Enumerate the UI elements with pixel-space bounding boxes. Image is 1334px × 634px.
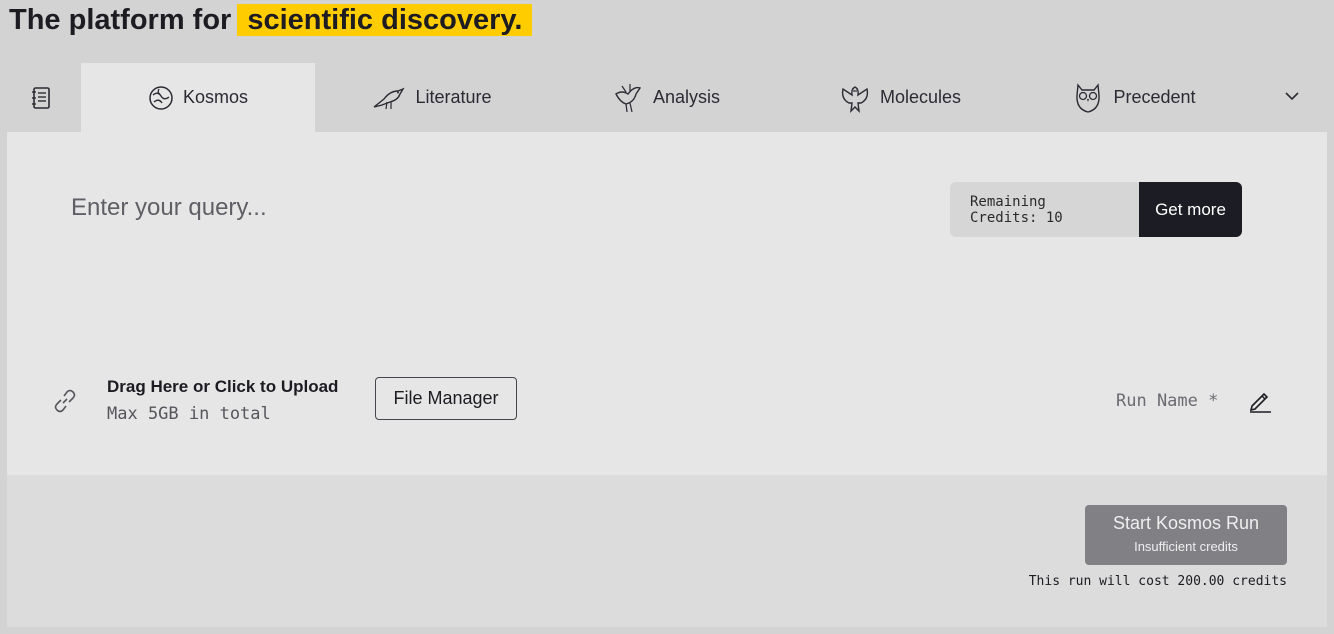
tab-precedent[interactable]: Precedent [1017, 63, 1251, 132]
credits-box: Remaining Credits: 10 Get more [950, 182, 1242, 237]
eagle-icon [839, 81, 871, 115]
query-input[interactable] [71, 194, 671, 222]
get-more-button[interactable]: Get more [1139, 182, 1242, 237]
finch-icon [612, 82, 644, 114]
tab-label: Precedent [1113, 87, 1196, 107]
remaining-credits: Remaining Credits: 10 [950, 182, 1139, 237]
run-footer: Start Kosmos Run Insufficient credits Th… [7, 475, 1327, 627]
run-cost-text: This run will cost 200.00 credits [1028, 574, 1287, 589]
tab-bar: Kosmos Literature Analysis Molecules Pre… [0, 63, 1334, 132]
tab-label: Kosmos [182, 87, 249, 107]
page-headline: The platform for scientific discovery. [9, 2, 533, 38]
chevron-down-icon[interactable] [1284, 89, 1300, 107]
file-manager-button[interactable]: File Manager [375, 377, 517, 420]
brain-icon [148, 85, 174, 111]
start-run-label: Start Kosmos Run [1112, 513, 1260, 533]
tab-label: Molecules [879, 87, 962, 107]
tab-label: Literature [415, 87, 492, 107]
tab-analysis[interactable]: Analysis [549, 63, 783, 132]
owl-icon [1072, 81, 1104, 115]
start-run-button[interactable]: Start Kosmos Run Insufficient credits [1085, 505, 1287, 565]
crow-icon [372, 85, 406, 111]
tab-literature[interactable]: Literature [315, 63, 549, 132]
link-icon[interactable] [51, 387, 79, 420]
headline-prefix: The platform for [9, 4, 232, 36]
run-name-field[interactable]: Run Name * [1116, 391, 1218, 411]
insufficient-credits-note: Insufficient credits [1134, 539, 1238, 554]
headline-highlight: scientific discovery. [237, 4, 533, 36]
pencil-icon[interactable] [1247, 387, 1273, 418]
notebook-icon [30, 86, 52, 110]
upload-title[interactable]: Drag Here or Click to Upload [107, 377, 338, 397]
tab-kosmos[interactable]: Kosmos [81, 63, 315, 132]
tab-notebook[interactable] [0, 63, 81, 132]
query-panel: Remaining Credits: 10 Get more Drag Here… [7, 132, 1327, 475]
tab-label: Analysis [652, 87, 721, 107]
tab-molecules[interactable]: Molecules [783, 63, 1017, 132]
upload-size-limit: Max 5GB in total [107, 404, 271, 424]
